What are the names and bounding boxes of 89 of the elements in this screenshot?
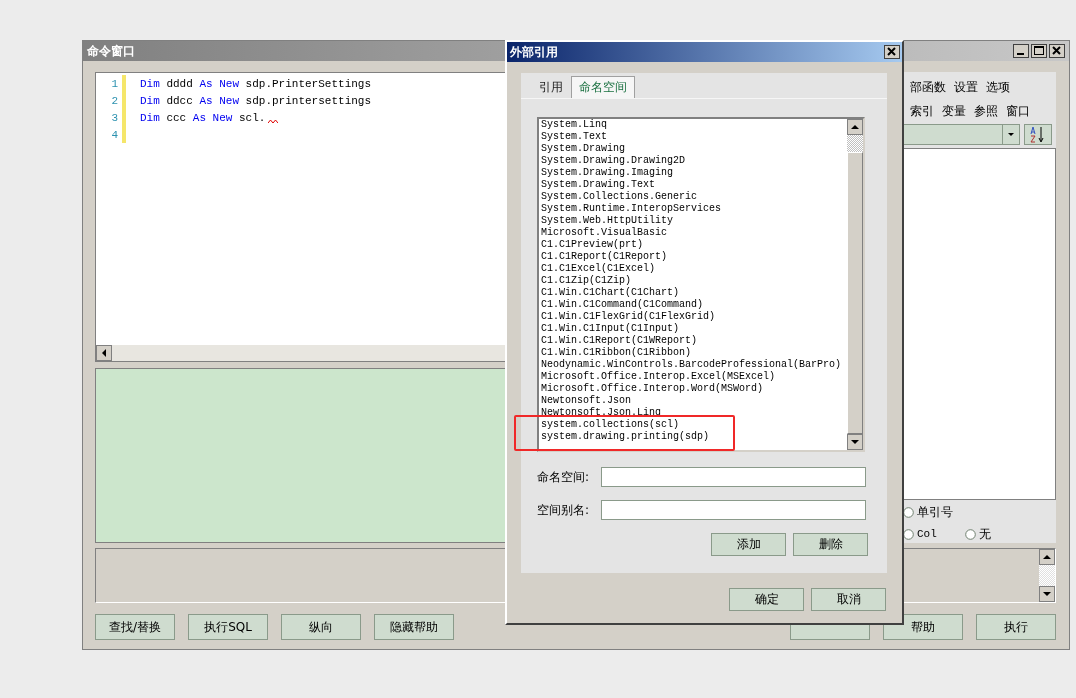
menu-item[interactable]: 部函数 xyxy=(910,78,946,96)
list-item[interactable]: System.Drawing.Imaging xyxy=(541,167,674,179)
maximize-icon[interactable] xyxy=(1031,44,1047,58)
code-keyword: As xyxy=(192,111,206,124)
menu-item[interactable]: 参照 xyxy=(974,102,998,120)
list-item[interactable]: Newtonsoft.Json.Linq xyxy=(541,407,662,419)
code-text: dddd xyxy=(166,77,193,90)
scroll-down-icon[interactable] xyxy=(847,434,863,450)
radio-icon[interactable] xyxy=(965,528,976,540)
list-item[interactable]: Neodynamic.WinControls.BarcodeProfessional(BarPro) xyxy=(541,359,842,371)
list-item[interactable]: Newtonsoft.Json xyxy=(541,395,631,407)
list-item[interactable]: C1.Win.C1Command(C1Command) xyxy=(541,299,704,311)
dialog-button[interactable]: 确定 xyxy=(729,588,804,611)
list-item[interactable]: Microsoft.Office.Interop.Word(MSWord) xyxy=(541,383,764,395)
minimize-icon[interactable] xyxy=(1013,44,1029,58)
list-item[interactable]: System.Drawing xyxy=(541,143,625,155)
line-number: 1 xyxy=(110,77,118,90)
list-item[interactable]: system.drawing.printing(sdp) xyxy=(541,431,710,443)
namespace-list[interactable] xyxy=(537,117,865,452)
tab[interactable]: 命名空间 xyxy=(571,76,635,98)
scrollbar-thumb[interactable] xyxy=(847,152,863,434)
code-text: sdp.PrinterSettings xyxy=(245,77,372,90)
code-keyword: As xyxy=(199,94,213,107)
list-item[interactable]: C1.Win.C1FlexGrid(C1FlexGrid) xyxy=(541,311,716,323)
list-item[interactable]: C1.Win.C1Report(C1WReport) xyxy=(541,335,698,347)
sort-icon[interactable] xyxy=(1024,124,1052,145)
list-item[interactable]: C1.C1Excel(C1Excel) xyxy=(541,263,656,275)
window-title: 命令窗口 xyxy=(87,42,135,60)
code-keyword: Dim xyxy=(140,94,160,107)
menu-item[interactable]: 选项 xyxy=(986,78,1010,96)
list-item[interactable]: System.Collections.Generic xyxy=(541,191,698,203)
field-label: 命名空间: xyxy=(537,468,591,486)
line-number: 2 xyxy=(110,94,118,107)
code-keyword: Dim xyxy=(140,111,160,124)
input-field[interactable] xyxy=(601,467,866,487)
list-item[interactable]: C1.C1Zip(C1Zip) xyxy=(541,275,631,287)
scroll-left-icon[interactable] xyxy=(96,345,112,361)
list-item[interactable]: System.Text xyxy=(541,131,607,143)
input-field[interactable] xyxy=(601,500,866,520)
list-item[interactable]: C1.Win.C1Input(C1Input) xyxy=(541,323,680,335)
code-keyword: As xyxy=(199,77,213,90)
dialog-button[interactable]: 添加 xyxy=(711,533,786,556)
list-item[interactable]: System.Drawing.Text xyxy=(541,179,656,191)
close-icon[interactable] xyxy=(884,45,900,59)
radio-icon[interactable] xyxy=(903,507,914,519)
dialog-title: 外部引用 xyxy=(510,43,559,61)
toolbar-button[interactable]: 查找/替换 xyxy=(95,614,175,640)
list-item[interactable]: C1.Win.C1Ribbon(C1Ribbon) xyxy=(541,347,692,359)
code-text: ddcc xyxy=(166,94,193,107)
toolbar-button[interactable]: 隐藏帮助 xyxy=(374,614,454,640)
code-text: scl. xyxy=(239,111,266,124)
code-text: ccc xyxy=(166,111,187,124)
toolbar-button[interactable]: 纵向 xyxy=(281,614,361,640)
field-label: 空间别名: xyxy=(537,501,591,519)
toolbar-button[interactable]: 执行SQL xyxy=(188,614,268,640)
radio-option[interactable]: 单引号 xyxy=(903,504,1056,522)
tab[interactable]: 引用 xyxy=(531,76,571,98)
line-number: 4 xyxy=(110,128,118,141)
code-text: sdp.printersettings xyxy=(245,94,372,107)
list-item[interactable]: System.Web.HttpUtility xyxy=(541,215,674,227)
list-item[interactable]: C1.C1Report(C1Report) xyxy=(541,251,668,263)
dialog-button[interactable]: 取消 xyxy=(811,588,886,611)
list-item[interactable]: System.Linq xyxy=(541,119,607,131)
list-item[interactable]: C1.C1Preview(prt) xyxy=(541,239,644,251)
menu-item[interactable]: 索引 xyxy=(910,102,934,120)
scroll-up-icon[interactable] xyxy=(847,119,863,135)
dialog-button[interactable]: 删除 xyxy=(793,533,868,556)
radio-option[interactable]: Col xyxy=(903,525,965,543)
code-keyword: New xyxy=(212,111,233,124)
list-item[interactable]: System.Runtime.InteropServices xyxy=(541,203,722,215)
menu-item[interactable]: 窗口 xyxy=(1006,102,1030,120)
list-item[interactable]: Microsoft.Office.Interop.Excel(MSExcel) xyxy=(541,371,776,383)
code-keyword: New xyxy=(219,94,239,107)
scroll-up-icon[interactable] xyxy=(1039,549,1055,565)
list-item[interactable]: Microsoft.VisualBasic xyxy=(541,227,668,239)
code-keyword: Dim xyxy=(140,77,160,90)
scroll-down-icon[interactable] xyxy=(1039,586,1055,602)
dropdown[interactable] xyxy=(902,124,1020,145)
close-icon[interactable] xyxy=(1049,44,1065,58)
list-item[interactable]: C1.Win.C1Chart(C1Chart) xyxy=(541,287,680,299)
radio-icon[interactable] xyxy=(903,528,914,540)
list-item[interactable]: System.Drawing.Drawing2D xyxy=(541,155,686,167)
code-keyword: New xyxy=(219,77,239,90)
menu-item[interactable]: 变量 xyxy=(942,102,966,120)
line-number: 3 xyxy=(110,111,118,124)
radio-option[interactable]: 无 xyxy=(965,525,1056,543)
toolbar-button[interactable]: 执行 xyxy=(976,614,1056,640)
menu-item[interactable]: 设置 xyxy=(954,78,978,96)
list-item[interactable]: system.collections(scl) xyxy=(541,419,680,431)
